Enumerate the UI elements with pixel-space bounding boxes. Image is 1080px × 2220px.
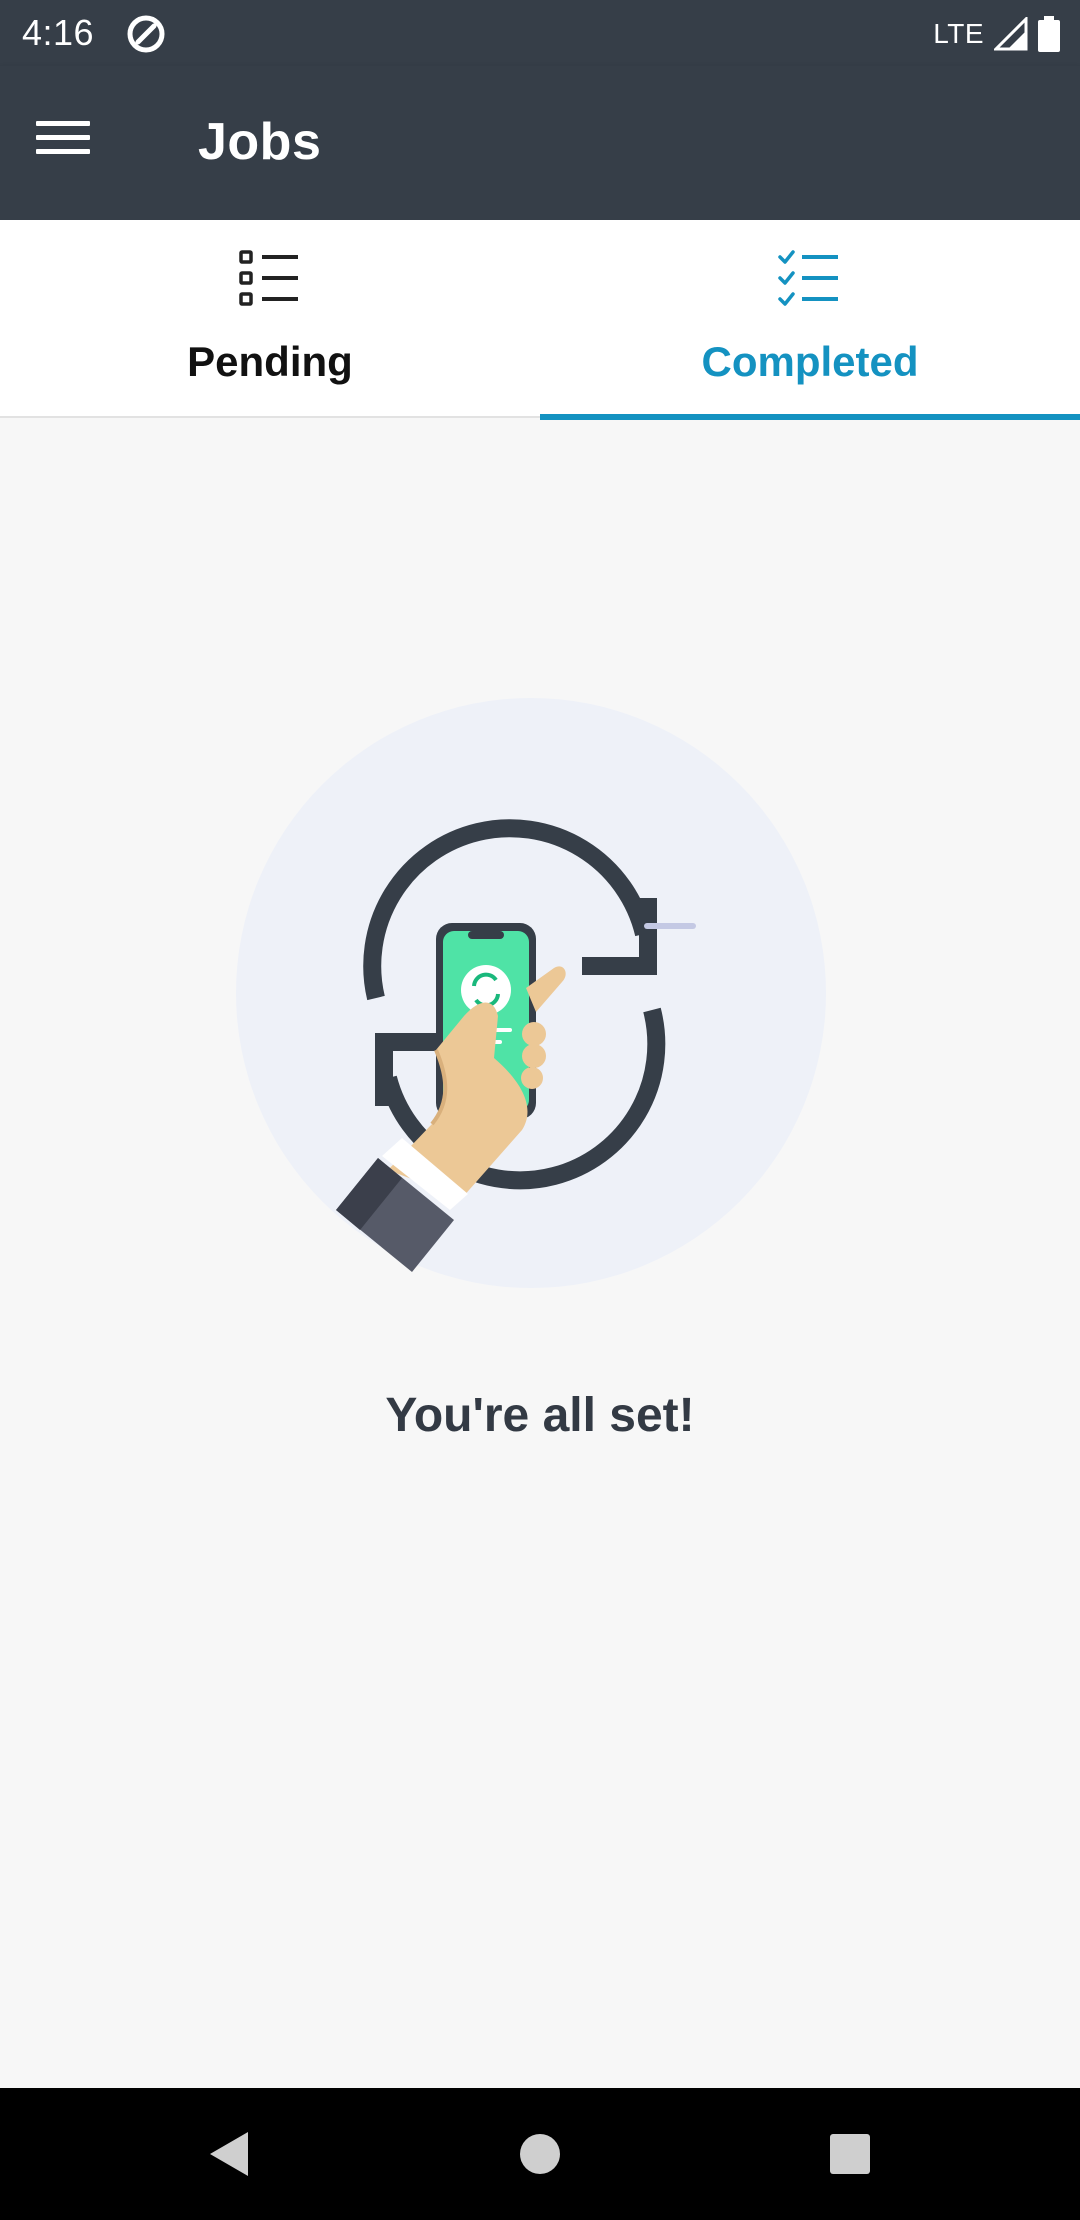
tab-pending-label: Pending [187, 338, 353, 385]
status-bar: 4:16 LTE [0, 0, 1080, 66]
battery-icon [1038, 16, 1060, 52]
signal-icon [994, 17, 1028, 51]
recents-icon[interactable] [820, 2124, 880, 2184]
network-type: LTE [933, 18, 984, 49]
menu-button[interactable] [36, 110, 116, 166]
system-nav-bar [0, 2088, 1080, 2220]
checklist-icon [778, 250, 838, 306]
tab-completed[interactable]: Completed [540, 220, 1080, 420]
status-time: 4:16 [22, 12, 95, 53]
app-bar: Jobs [0, 66, 1080, 220]
list-icon [239, 250, 298, 306]
status-indicators: LTE [933, 12, 1060, 56]
content-area: You're all set! [0, 420, 1080, 2088]
tab-completed-label: Completed [701, 338, 919, 385]
empty-state-message: You're all set! [385, 1389, 695, 1442]
home-icon[interactable] [510, 2124, 570, 2184]
phone-sync-illustration [236, 698, 826, 1288]
tab-pending[interactable]: Pending [0, 220, 540, 418]
hamburger-menu-icon [36, 121, 90, 154]
back-icon[interactable] [200, 2124, 260, 2184]
notification-icon [127, 15, 165, 53]
tab-bar: Pending Completed [0, 220, 1080, 420]
page-title: Jobs [198, 113, 322, 171]
